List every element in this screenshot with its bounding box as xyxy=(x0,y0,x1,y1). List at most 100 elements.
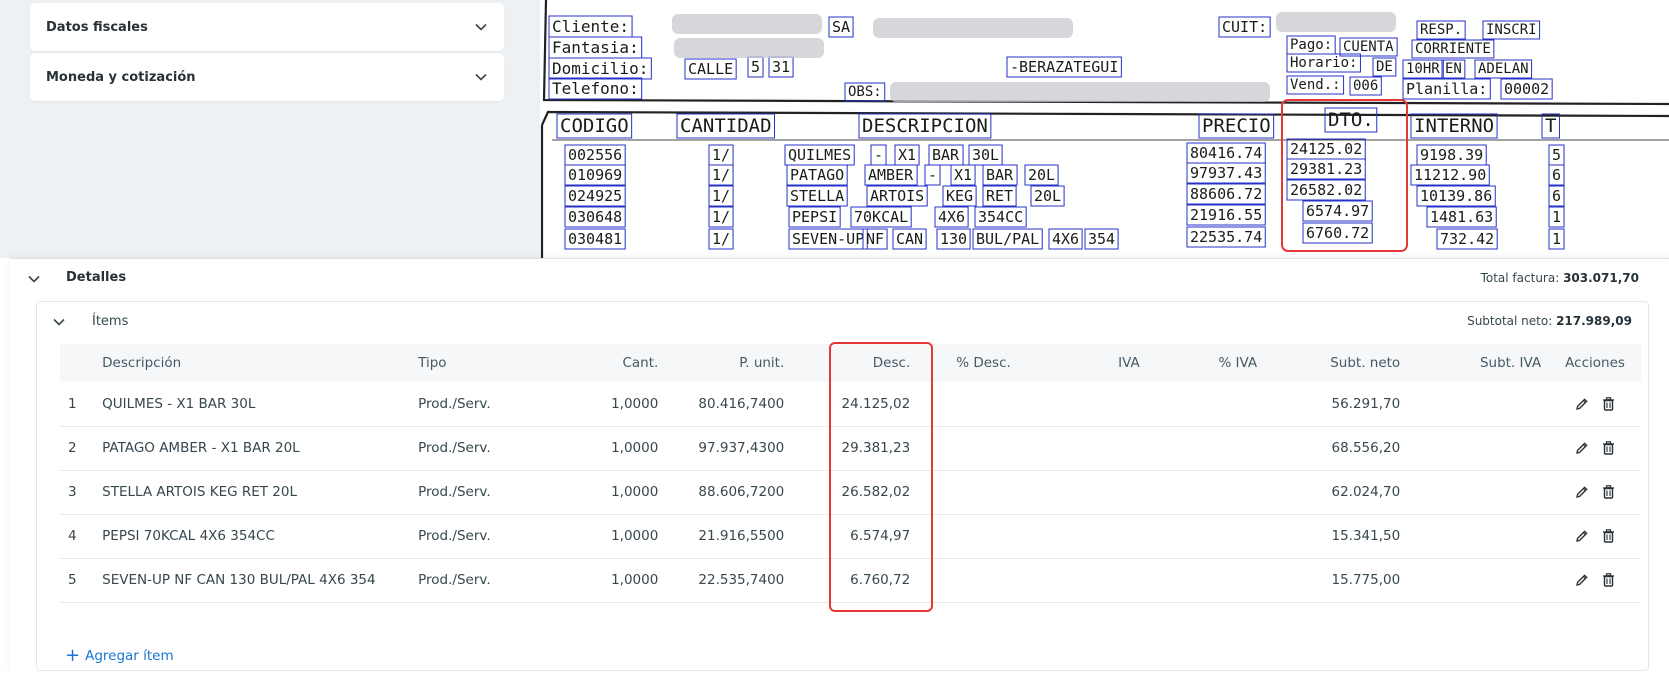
planilla-value: 00002 xyxy=(1500,78,1553,100)
doc-descripcion-word: 4X6 xyxy=(1048,228,1083,250)
doc-descripcion-word: BUL/PAL xyxy=(972,228,1043,250)
pencil-icon[interactable] xyxy=(1574,528,1590,544)
table-row[interactable]: 4 PEPSI 70KCAL 4X6 354CC Prod./Serv. 1,0000… xyxy=(60,514,1641,559)
col-iva[interactable]: IVA xyxy=(1035,344,1148,382)
accordion-moneda-cotizacion[interactable]: Moneda y cotización xyxy=(30,53,504,101)
col-piva[interactable]: % IVA xyxy=(1147,344,1266,382)
cell-cant: 1,0000 xyxy=(570,514,667,559)
document-image-viewer[interactable]: Cliente: SA CUIT: RESP. INSCRI Fantasia: Pago:… xyxy=(540,0,1669,258)
cell-descripcion: STELLA ARTOIS KEG RET 20L xyxy=(94,470,411,515)
cell-subt-neto: 68.556,20 xyxy=(1265,426,1409,471)
cell-tipo: Prod./Serv. xyxy=(410,382,571,427)
trash-icon[interactable] xyxy=(1600,484,1616,500)
chevron-down-icon[interactable] xyxy=(26,271,42,287)
cell-tipo: Prod./Serv. xyxy=(410,514,571,559)
doc-precio-text: 22535.74 xyxy=(1190,228,1262,246)
doc-descripcion-word-text: NF xyxy=(866,230,884,248)
horario-value: DE xyxy=(1372,57,1397,77)
accordion-title: Moneda y cotización xyxy=(46,69,196,85)
doc-t-text: 6 xyxy=(1552,166,1561,184)
col-subt-iva[interactable]: Subt. IVA xyxy=(1408,344,1550,382)
doc-col-header: PRECIO xyxy=(1198,113,1275,139)
telefono-label-text: Telefono: xyxy=(552,79,639,98)
calle-num: 5 xyxy=(747,56,764,78)
trash-icon[interactable] xyxy=(1600,396,1616,412)
add-item-button[interactable]: + Agregar ítem xyxy=(65,647,174,665)
obs-label: OBS: xyxy=(844,82,886,102)
doc-descripcion-word: BAR xyxy=(928,144,964,166)
doc-dto: 6574.97 xyxy=(1302,200,1373,222)
cell-piva xyxy=(1147,558,1266,603)
doc-dto-text: 26582.02 xyxy=(1290,181,1362,199)
doc-t: 1 xyxy=(1548,206,1565,228)
pencil-icon[interactable] xyxy=(1574,572,1590,588)
col-punit[interactable]: P. unit. xyxy=(666,344,793,382)
trash-icon[interactable] xyxy=(1600,440,1616,456)
doc-descripcion-word: RET xyxy=(982,185,1017,207)
chevron-down-icon[interactable] xyxy=(51,314,67,330)
doc-descripcion-word: KEG xyxy=(942,185,977,207)
doc-t: 6 xyxy=(1548,185,1565,207)
doc-col-header-text: CODIGO xyxy=(560,115,629,137)
accordion-datos-fiscales[interactable]: Datos fiscales xyxy=(30,3,504,51)
col-cant[interactable]: Cant. xyxy=(570,344,667,382)
table-row[interactable]: 3 STELLA ARTOIS KEG RET 20L Prod./Serv. 1,0… xyxy=(60,470,1641,515)
cell-subt-neto: 62.024,70 xyxy=(1265,470,1409,515)
subtotal-neto-value: 217.989,09 xyxy=(1556,314,1632,328)
redacted-block xyxy=(672,14,822,34)
col-desc[interactable]: Desc. xyxy=(792,344,919,382)
doc-dto: 26582.02 xyxy=(1286,179,1366,201)
doc-descripcion-word-text: AMBER xyxy=(868,166,914,184)
cell-acciones xyxy=(1549,558,1641,603)
table-row[interactable]: 1 QUILMES - X1 BAR 30L Prod./Serv. 1,0000 80… xyxy=(60,382,1641,427)
doc-interno: 9198.39 xyxy=(1416,144,1487,166)
telefono-label: Telefono: xyxy=(548,77,643,100)
redacted-block xyxy=(1276,12,1396,32)
doc-col-header-text: T xyxy=(1545,115,1556,137)
items-table: Descripción Tipo Cant. P. unit. Desc. % … xyxy=(60,344,1641,603)
col-tipo[interactable]: Tipo xyxy=(410,344,571,382)
doc-interno: 10139.86 xyxy=(1416,185,1496,207)
doc-descripcion-word: PATAGO xyxy=(786,164,848,186)
inscri-label: INSCRI xyxy=(1482,20,1541,40)
vend-value: 006 xyxy=(1349,76,1382,96)
col-pdesc[interactable]: % Desc. xyxy=(918,344,1036,382)
pencil-icon[interactable] xyxy=(1574,484,1590,500)
cell-pdesc xyxy=(918,558,1036,603)
cell-iva xyxy=(1035,426,1148,471)
trash-icon[interactable] xyxy=(1600,528,1616,544)
pencil-icon[interactable] xyxy=(1574,396,1590,412)
doc-cantidad-text: 1/ xyxy=(712,230,730,248)
row-actions xyxy=(1557,396,1633,412)
doc-descripcion-word-text: X1 xyxy=(898,146,916,164)
doc-interno: 1481.63 xyxy=(1426,206,1497,228)
pencil-icon[interactable] xyxy=(1574,440,1590,456)
localidad: -BERAZATEGUI xyxy=(1006,56,1122,78)
doc-t-text: 1 xyxy=(1552,208,1561,226)
doc-descripcion-word-text: 30L xyxy=(972,146,999,164)
cliente-label: Cliente: xyxy=(548,15,633,38)
doc-codigo: 024925 xyxy=(564,185,626,207)
doc-descripcion-word: ARTOIS xyxy=(866,185,928,207)
doc-descripcion-word-text: 20L xyxy=(1034,187,1061,205)
col-descripcion[interactable]: Descripción xyxy=(94,344,411,382)
localidad-text: -BERAZATEGUI xyxy=(1010,58,1118,76)
trash-icon[interactable] xyxy=(1600,572,1616,588)
doc-dto: 24125.02 xyxy=(1286,138,1366,160)
cell-punit: 21.916,5500 xyxy=(666,514,793,559)
cell-desc: 6.760,72 xyxy=(792,558,919,603)
cell-subt-iva xyxy=(1408,514,1550,559)
domicilio-label: Domicilio: xyxy=(548,57,652,80)
table-row[interactable]: 5 SEVEN-UP NF CAN 130 BUL/PAL 4X6 354 Prod… xyxy=(60,558,1641,603)
doc-descripcion-word: X1 xyxy=(894,144,920,166)
cell-subt-neto: 15.775,00 xyxy=(1265,558,1409,603)
doc-descripcion-word: - xyxy=(924,164,941,186)
items-title: Ítems xyxy=(92,314,129,329)
col-subt-neto[interactable]: Subt. neto xyxy=(1265,344,1409,382)
cell-tipo: Prod./Serv. xyxy=(410,426,571,471)
doc-cantidad: 1/ xyxy=(708,164,734,186)
cell-pdesc xyxy=(918,426,1036,471)
table-row[interactable]: 2 PATAGO AMBER - X1 BAR 20L Prod./Serv. 1,0… xyxy=(60,426,1641,471)
cell-descripcion: QUILMES - X1 BAR 30L xyxy=(94,382,411,427)
details-panel: Detalles Total factura: 303.071,70 Ítems… xyxy=(10,258,1669,678)
